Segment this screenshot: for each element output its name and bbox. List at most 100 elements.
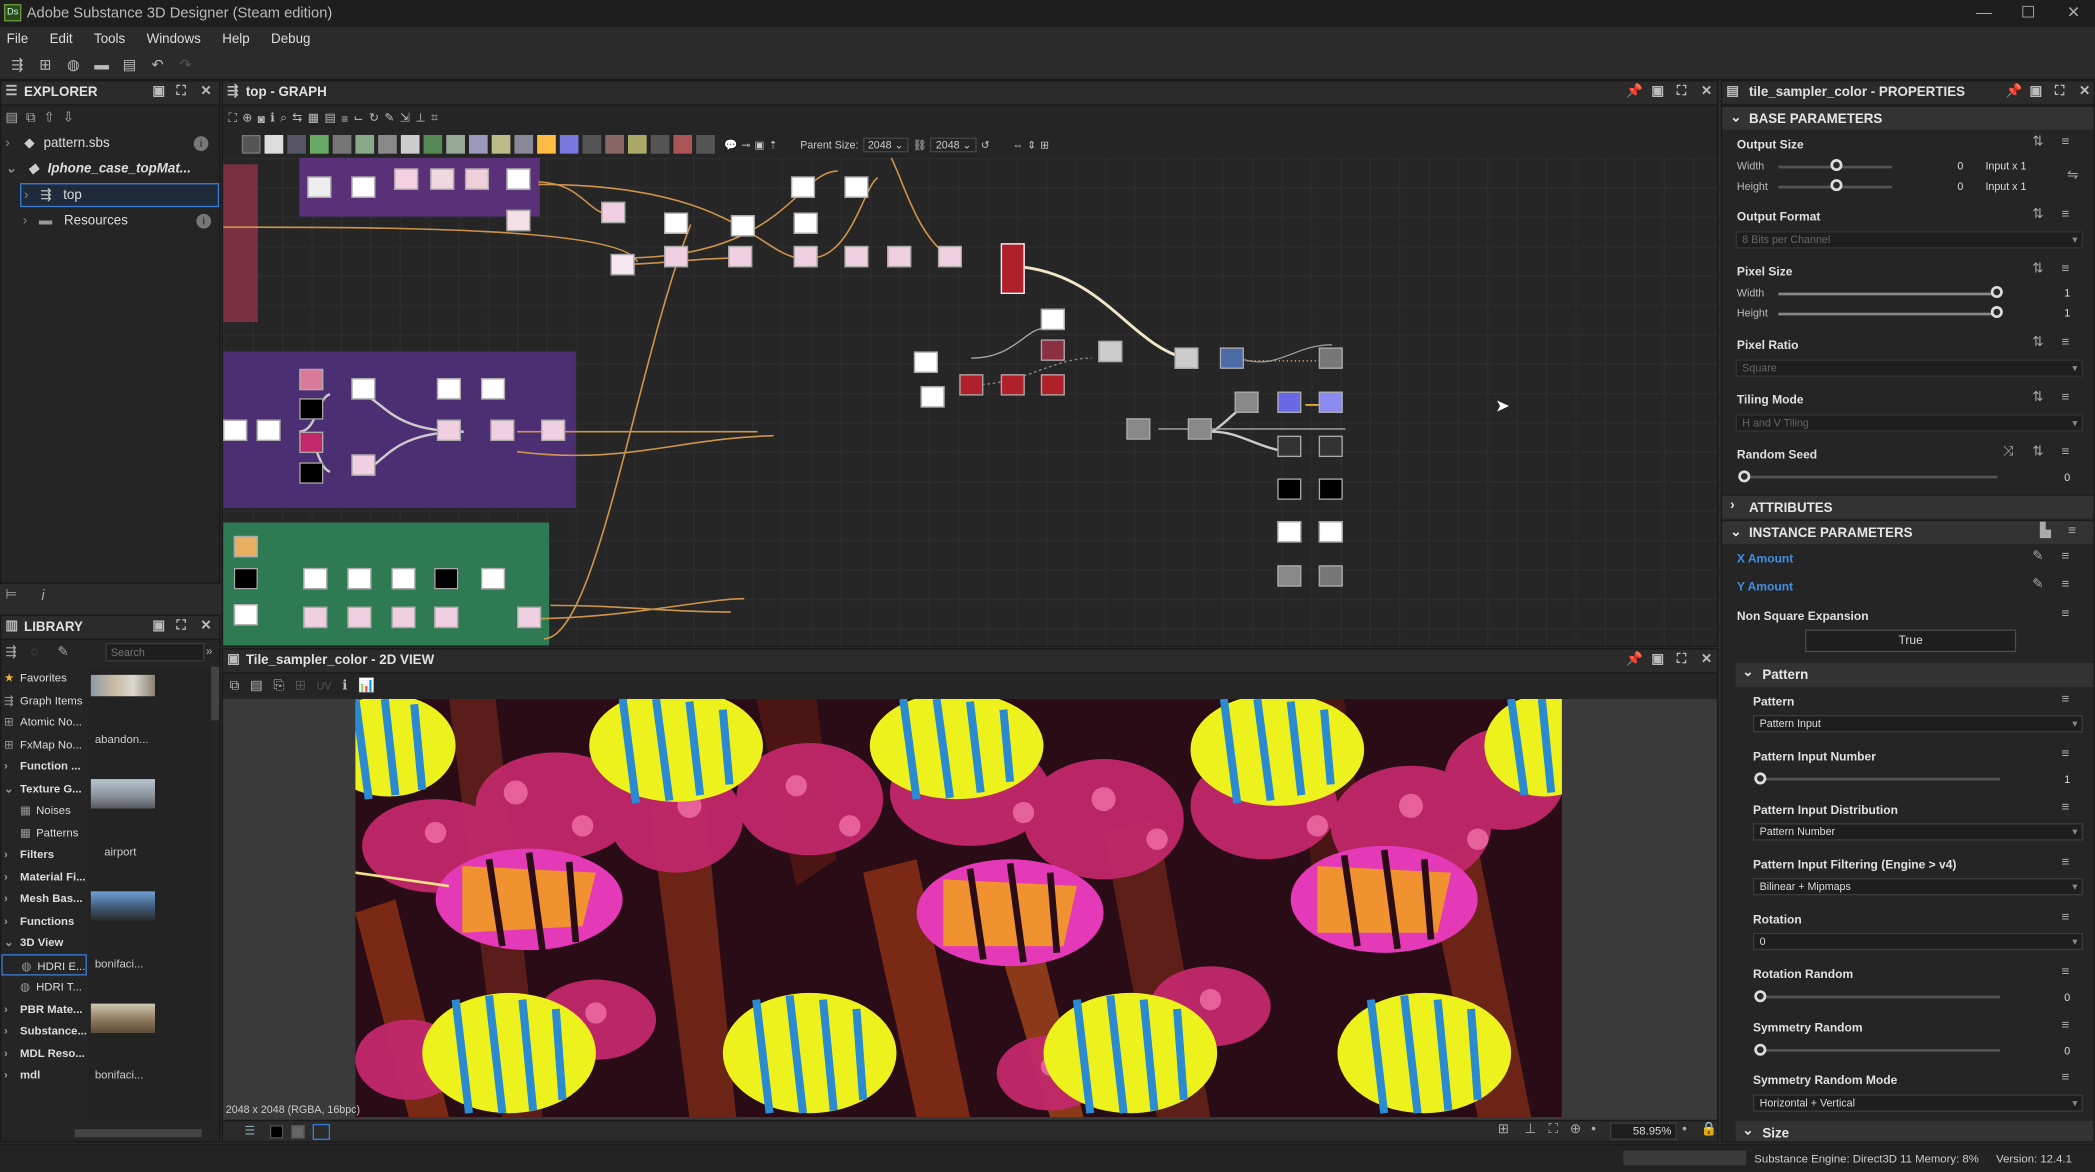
fxmap-node-icon[interactable] — [468, 134, 488, 154]
graph-node[interactable] — [299, 462, 324, 484]
menu-icon[interactable]: ≡ — [2062, 207, 2070, 222]
camera-icon[interactable]: ◙ — [258, 112, 265, 125]
size-select[interactable]: 2048 ⌄ — [930, 136, 977, 152]
library-category[interactable]: › Substance... — [1, 1020, 87, 1041]
flip-icon[interactable]: ⇕ — [1027, 138, 1036, 150]
pattern-input-distribution-select[interactable]: Pattern Number — [1752, 823, 2083, 841]
graph-node[interactable] — [844, 245, 869, 268]
menu-icon[interactable]: ≡ — [2062, 577, 2070, 592]
pin-icon[interactable]: 📌 — [1626, 652, 1643, 667]
library-category[interactable]: › PBR Mate... — [1, 998, 87, 1019]
library-category[interactable]: ▦ Patterns — [1, 821, 87, 842]
pattern-input-number-value[interactable]: 1 — [2064, 774, 2070, 786]
zoom-out-icon[interactable]: • — [1591, 1123, 1596, 1138]
menu-icon[interactable]: ≡ — [2068, 524, 2076, 539]
levels-node-icon[interactable] — [287, 134, 306, 154]
svg-node-icon[interactable] — [582, 134, 602, 154]
library-category[interactable]: ⌄ Texture G... — [1, 777, 87, 798]
rotation-random-knob[interactable] — [1754, 990, 1767, 1003]
menu-icon[interactable]: ≡ — [2062, 1018, 2070, 1033]
graph-node[interactable] — [1277, 391, 1302, 413]
library-category[interactable]: ⌄ 3D View — [1, 931, 87, 952]
graph-node[interactable] — [391, 606, 416, 629]
library-category[interactable]: ▦ Noises — [1, 799, 87, 820]
normal-node-icon[interactable] — [446, 134, 465, 154]
float-icon[interactable]: ▣ — [1651, 84, 1664, 99]
pin-icon[interactable]: 📌 — [1626, 84, 1643, 99]
graph-node[interactable] — [790, 176, 816, 198]
graph-node[interactable] — [233, 567, 258, 590]
menu-icon[interactable]: ≡ — [2062, 549, 2070, 564]
navigation-icon[interactable]: ⇡ — [769, 138, 778, 150]
export-icon[interactable]: ⇲ — [400, 111, 410, 126]
bg-gray-icon[interactable] — [291, 1125, 305, 1139]
graph-node[interactable] — [664, 212, 689, 234]
graph-node[interactable] — [299, 368, 324, 391]
graph-node[interactable] — [480, 567, 506, 590]
view2d-canvas[interactable] — [223, 698, 1717, 1120]
inherit-icon[interactable]: ⇅ — [2032, 262, 2043, 277]
zoom-field[interactable]: 58.95% — [1610, 1122, 1677, 1140]
pattern-select[interactable]: Pattern Input — [1752, 714, 2083, 733]
symmetry-random-mode-select[interactable]: Horizontal + Vertical — [1752, 1094, 2083, 1112]
fit-icon[interactable]: ⛶ — [1549, 1123, 1558, 1138]
graph-node[interactable] — [1040, 374, 1065, 396]
graph-node[interactable] — [730, 215, 755, 237]
menu-icon[interactable]: ≡ — [2062, 747, 2070, 762]
graph-node[interactable] — [1040, 339, 1065, 361]
menu-icon[interactable]: ≡ — [2062, 262, 2070, 277]
menu-icon[interactable]: ≡ — [2062, 335, 2070, 350]
graph-node[interactable] — [1318, 478, 1343, 500]
graph-node[interactable] — [610, 253, 635, 276]
info-icon[interactable]: ℹ — [270, 111, 275, 126]
tree-item-iphone-case[interactable]: ⌄ ◆ Iphone_case_topMat... — [5, 158, 216, 182]
tile-icon[interactable]: ⊞ — [295, 678, 306, 693]
group-size[interactable]: ⌄ Size — [1735, 1121, 2094, 1142]
non-square-toggle[interactable]: True — [1805, 629, 2017, 653]
pixel-height-knob[interactable] — [1990, 306, 2003, 319]
width-slider-knob[interactable] — [1830, 159, 1843, 172]
library-category[interactable]: › Filters — [1, 843, 87, 864]
maximize-panel-icon[interactable]: ⛶ — [1677, 652, 1686, 667]
export-icon[interactable]: ⇩ — [63, 110, 74, 125]
channels-icon[interactable]: ⊥ — [1524, 1123, 1536, 1138]
edit-function-icon[interactable]: ✎ — [2032, 549, 2043, 564]
publish-icon[interactable]: ⇧ — [44, 110, 55, 125]
x-amount-label[interactable]: X Amount — [1737, 552, 1793, 565]
center-icon[interactable]: ⊕ — [242, 111, 252, 126]
hsl-node-icon[interactable] — [423, 134, 443, 154]
library-category[interactable]: › Functions — [1, 909, 87, 930]
info-icon[interactable]: i — [196, 213, 212, 229]
refresh-icon[interactable]: ◌ — [31, 645, 39, 660]
maximize-panel-icon[interactable]: ⛶ — [2055, 84, 2064, 99]
zoom-in-icon[interactable]: • — [1682, 1123, 1687, 1138]
tool-icon[interactable]: ✎ — [384, 111, 394, 126]
float-icon[interactable]: ▣ — [152, 619, 165, 634]
graph-node[interactable] — [223, 419, 248, 442]
graph-node[interactable] — [347, 606, 372, 629]
graph-node[interactable] — [1040, 308, 1065, 331]
library-category[interactable]: › MDL Reso... — [1, 1042, 87, 1063]
edit-icon[interactable]: ✎ — [57, 645, 68, 660]
graph-node[interactable] — [299, 431, 324, 454]
grid-icon[interactable]: ⊞ — [1498, 1123, 1509, 1138]
graph-node[interactable] — [1219, 347, 1244, 369]
dot-node-icon[interactable] — [696, 134, 715, 154]
pin-icon[interactable]: 📌 — [2005, 84, 2022, 99]
layout-icon[interactable]: ▦ — [308, 111, 319, 126]
hdri-thumb[interactable] — [90, 779, 155, 809]
expand-icon[interactable]: » — [206, 644, 213, 657]
library-category[interactable]: › Material Fi... — [1, 865, 87, 886]
graph-node[interactable] — [1277, 565, 1302, 587]
lock-icon[interactable]: 🔒 — [1701, 1123, 1718, 1138]
graph-node[interactable] — [1277, 478, 1302, 500]
table-icon[interactable]: ▤ — [324, 111, 335, 126]
blend-node-icon[interactable] — [400, 134, 420, 154]
pattern-input-filtering-select[interactable]: Bilinear + Mipmaps — [1752, 877, 2083, 896]
rotation-random-value[interactable]: 0 — [2064, 992, 2070, 1004]
inherit-icon[interactable]: ⇅ — [2032, 390, 2043, 405]
symmetry-random-value[interactable]: 0 — [2064, 1045, 2070, 1057]
menu-debug[interactable]: Debug — [271, 32, 310, 47]
hdri-thumb[interactable] — [90, 891, 155, 921]
float-icon[interactable]: ▣ — [2030, 84, 2043, 99]
